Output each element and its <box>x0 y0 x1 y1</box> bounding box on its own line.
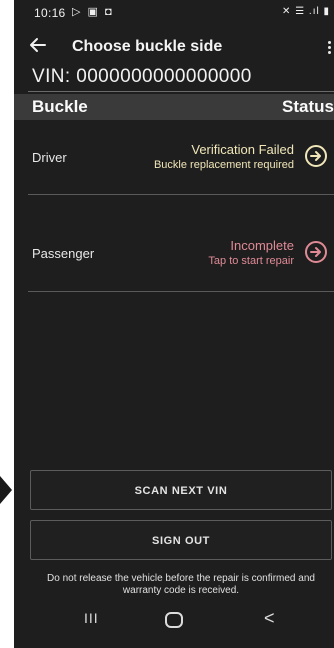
system-nav-bar: III < <box>14 598 334 648</box>
notification-icons: ▷ ▣ ◘ <box>72 6 114 18</box>
row-divider <box>28 291 334 292</box>
buckle-row-driver[interactable]: Driver Verification Failed Buckle replac… <box>14 120 334 194</box>
back-arrow-icon[interactable] <box>28 35 48 55</box>
system-status-icons: ✕ ☰ .ıl ▮ <box>282 6 330 17</box>
row-divider <box>28 194 334 195</box>
nav-back-icon[interactable]: < <box>264 608 275 629</box>
page-title: Choose buckle side <box>72 38 223 55</box>
buckle-name: Driver <box>32 150 67 165</box>
home-icon[interactable] <box>165 612 183 628</box>
vin-underline <box>28 91 334 92</box>
scan-next-vin-button[interactable]: SCAN NEXT VIN <box>30 470 332 510</box>
status-text: Verification Failed <box>191 142 294 157</box>
phone-screen: 10:16 ▷ ▣ ◘ ✕ ☰ .ıl ▮ Choose buckle side… <box>14 0 334 648</box>
sign-out-button[interactable]: SIGN OUT <box>30 520 332 560</box>
app-toolbar: Choose buckle side <box>14 26 334 70</box>
recents-icon[interactable]: III <box>84 610 99 626</box>
arrow-right-circle-icon[interactable] <box>304 240 328 264</box>
status-detail: Tap to start repair <box>208 255 294 267</box>
column-header-buckle: Buckle <box>32 97 88 116</box>
more-options-icon[interactable] <box>328 41 332 55</box>
status-bar: 10:16 ▷ ▣ ◘ ✕ ☰ .ıl ▮ <box>14 0 334 26</box>
callout-pointer-arrow <box>0 476 12 504</box>
status-detail: Buckle replacement required <box>153 159 294 171</box>
column-header-status: Status <box>282 97 334 116</box>
arrow-right-circle-icon[interactable] <box>304 144 328 168</box>
buckle-row-passenger[interactable]: Passenger Incomplete Tap to start repair <box>14 216 334 290</box>
table-header: Buckle Status <box>14 94 334 120</box>
vin-label: VIN: 0000000000000000 <box>32 66 252 87</box>
status-time: 10:16 <box>34 6 66 20</box>
warning-footnote: Do not release the vehicle before the re… <box>47 573 315 596</box>
buckle-name: Passenger <box>32 246 95 261</box>
status-text: Incomplete <box>230 238 294 253</box>
